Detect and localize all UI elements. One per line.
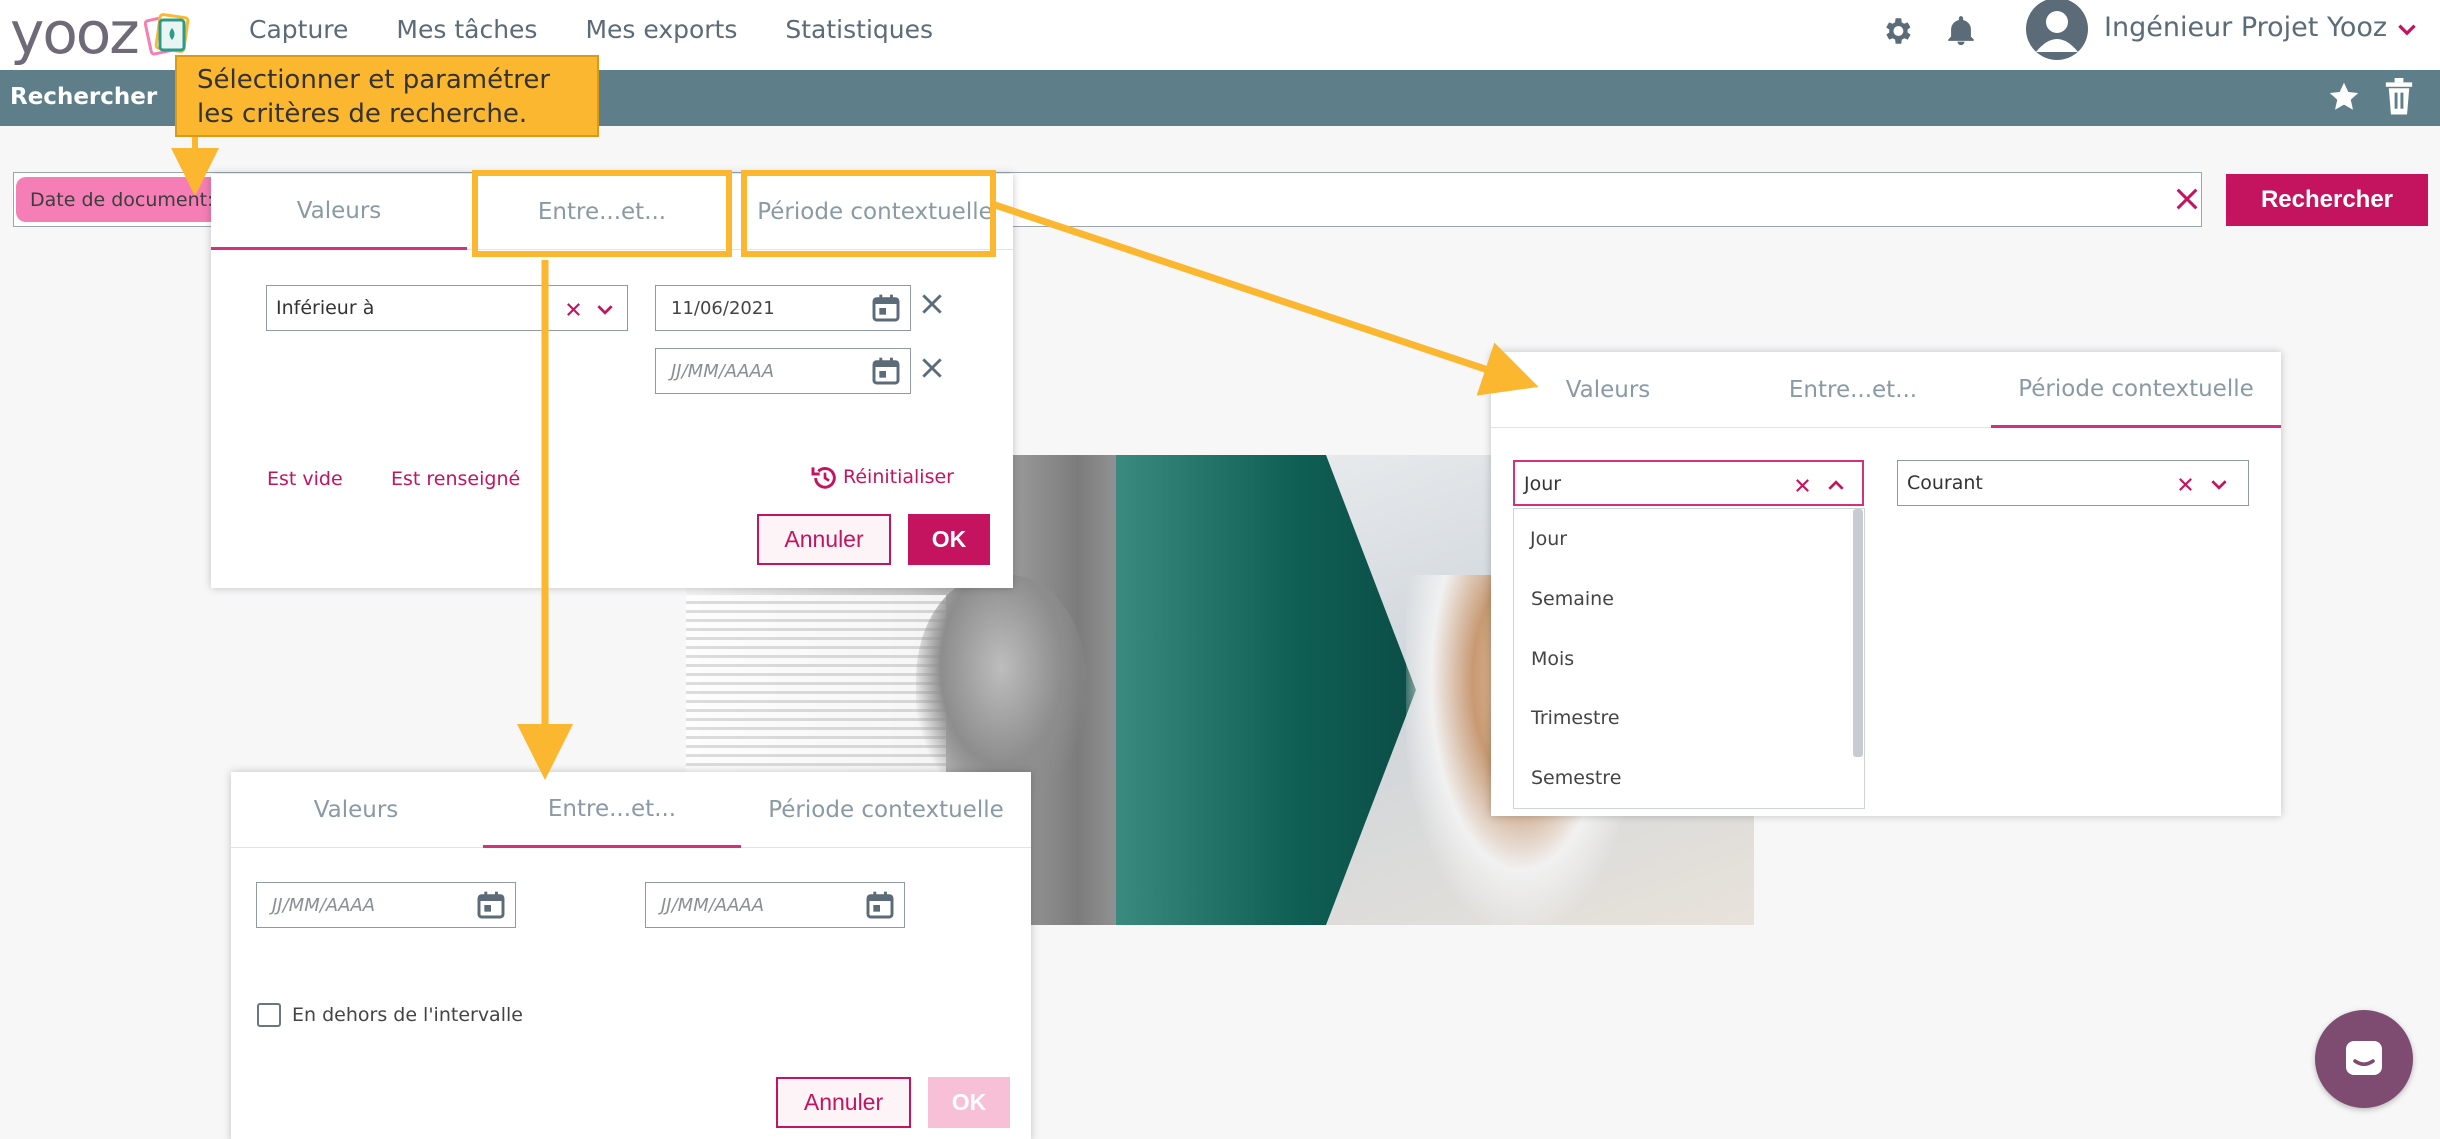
clear-icon[interactable]	[2177, 476, 2194, 493]
list-item[interactable]: Mois	[1531, 648, 1574, 670]
clear-icon[interactable]	[565, 301, 582, 318]
highlight-between-tab	[472, 170, 732, 257]
chat-button[interactable]	[2315, 1010, 2413, 1108]
period-select[interactable]: Jour	[1513, 460, 1864, 506]
nav-statistics[interactable]: Statistiques	[785, 15, 933, 44]
highlight-contextual-tab	[741, 170, 996, 257]
user-avatar-icon[interactable]	[2026, 0, 2088, 60]
chevron-down-icon[interactable]	[2394, 17, 2420, 43]
tab-between[interactable]: Entre...et...	[483, 772, 741, 848]
outside-interval-label: En dehors de l'intervalle	[292, 1004, 523, 1026]
is-filled-link[interactable]: Est renseigné	[391, 468, 520, 490]
list-item[interactable]: Semestre	[1531, 767, 1621, 789]
from-date-input[interactable]: JJ/MM/AAAA	[256, 882, 516, 928]
nav-my-exports[interactable]: Mes exports	[585, 15, 737, 44]
relative-select[interactable]: Courant	[1897, 460, 2249, 506]
scrollbar[interactable]	[1853, 509, 1863, 757]
date-placeholder: JJ/MM/AAAA	[272, 895, 376, 916]
panel-tabs: Valeurs Entre...et... Période contextuel…	[1491, 352, 2281, 428]
user-name[interactable]: Ingénieur Projet Yooz	[2104, 12, 2387, 43]
search-button[interactable]: Rechercher	[2226, 174, 2428, 226]
panel-tabs: Valeurs Entre...et... Période contextuel…	[231, 772, 1031, 848]
calendar-icon[interactable]	[475, 889, 507, 921]
calendar-icon[interactable]	[864, 889, 896, 921]
logo-text: yooz	[10, 0, 140, 67]
chat-icon	[2346, 1041, 2382, 1075]
ok-button: OK	[928, 1077, 1010, 1128]
ok-button[interactable]: OK	[908, 514, 990, 565]
is-empty-link[interactable]: Est vide	[267, 468, 343, 490]
gear-icon[interactable]	[1880, 14, 1914, 48]
clear-criteria-icon[interactable]	[2173, 185, 2201, 213]
chevron-up-icon[interactable]	[1826, 477, 1846, 494]
logo-mark-icon	[143, 13, 190, 56]
operator-select[interactable]: Inférieur à	[266, 285, 628, 331]
relative-value: Courant	[1907, 472, 1983, 494]
chevron-down-icon[interactable]	[595, 301, 615, 318]
nav-my-tasks[interactable]: Mes tâches	[396, 15, 537, 44]
tab-between[interactable]: Entre...et...	[1725, 352, 1981, 428]
tab-contextual[interactable]: Période contextuelle	[1991, 352, 2281, 428]
search-title: Rechercher	[10, 84, 158, 110]
tab-values[interactable]: Valeurs	[1491, 352, 1725, 428]
bell-icon[interactable]	[1944, 14, 1978, 48]
period-value: Jour	[1524, 473, 1562, 495]
calendar-icon[interactable]	[870, 292, 902, 324]
main-nav: Capture Mes tâches Mes exports Statistiq…	[249, 0, 933, 58]
star-icon[interactable]	[2326, 79, 2362, 115]
reset-link[interactable]: Réinitialiser	[843, 466, 954, 488]
date-placeholder: JJ/MM/AAAA	[671, 361, 775, 382]
tutorial-callout: Sélectionner et paramétrer les critères …	[175, 55, 599, 137]
to-date-input[interactable]: JJ/MM/AAAA	[645, 882, 905, 928]
tab-contextual[interactable]: Période contextuelle	[741, 772, 1031, 848]
cancel-button[interactable]: Annuler	[757, 514, 891, 565]
clear-icon[interactable]	[1794, 477, 1811, 494]
nav-capture[interactable]: Capture	[249, 15, 348, 44]
tab-values[interactable]: Valeurs	[211, 174, 467, 250]
list-item[interactable]: Trimestre	[1531, 707, 1620, 729]
date-value: 11/06/2021	[671, 298, 775, 319]
chevron-down-icon[interactable]	[2209, 476, 2229, 493]
user-area: Ingénieur Projet Yooz	[1880, 0, 2440, 60]
calendar-icon[interactable]	[870, 355, 902, 387]
outside-interval-checkbox[interactable]	[257, 1003, 281, 1027]
yooz-logo[interactable]: yooz	[10, 2, 194, 64]
list-item[interactable]: Jour	[1530, 528, 1567, 550]
cancel-button[interactable]: Annuler	[776, 1077, 911, 1128]
criteria-tag-document-date[interactable]: Date de document:	[16, 177, 228, 222]
date-placeholder: JJ/MM/AAAA	[661, 895, 765, 916]
reset-icon[interactable]	[809, 462, 841, 494]
remove-date-icon[interactable]	[919, 355, 945, 381]
date-input-2[interactable]: JJ/MM/AAAA	[655, 348, 911, 394]
date-input-1[interactable]: 11/06/2021	[655, 285, 911, 331]
tab-values[interactable]: Valeurs	[231, 772, 481, 848]
remove-date-icon[interactable]	[919, 291, 945, 317]
operator-value: Inférieur à	[276, 297, 375, 319]
period-dropdown-list: Jour Semaine Mois Trimestre Semestre	[1513, 508, 1865, 809]
between-panel: Valeurs Entre...et... Période contextuel…	[231, 772, 1031, 1139]
list-item[interactable]: Semaine	[1531, 588, 1614, 610]
trash-icon[interactable]	[2384, 78, 2414, 116]
